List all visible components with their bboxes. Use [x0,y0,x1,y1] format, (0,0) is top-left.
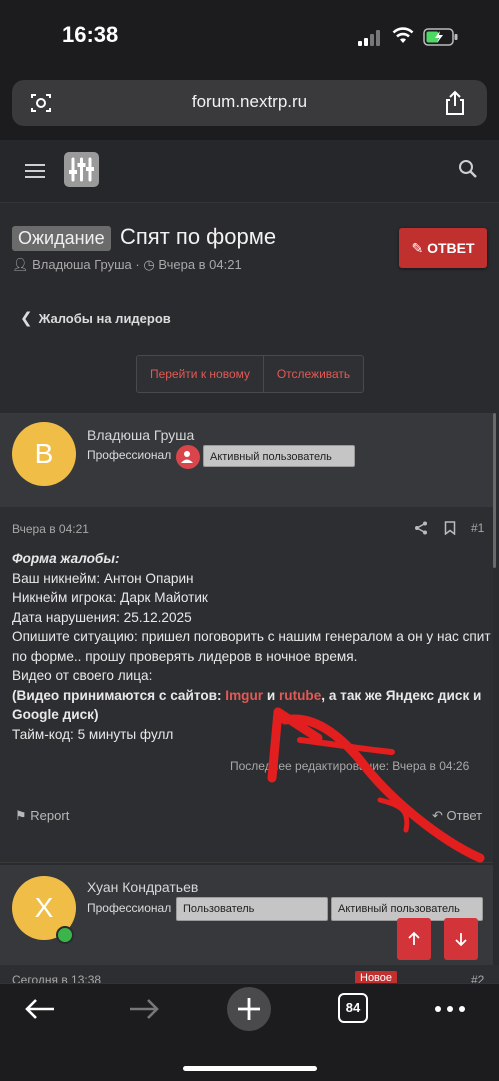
annotation-arrow [267,707,485,863]
